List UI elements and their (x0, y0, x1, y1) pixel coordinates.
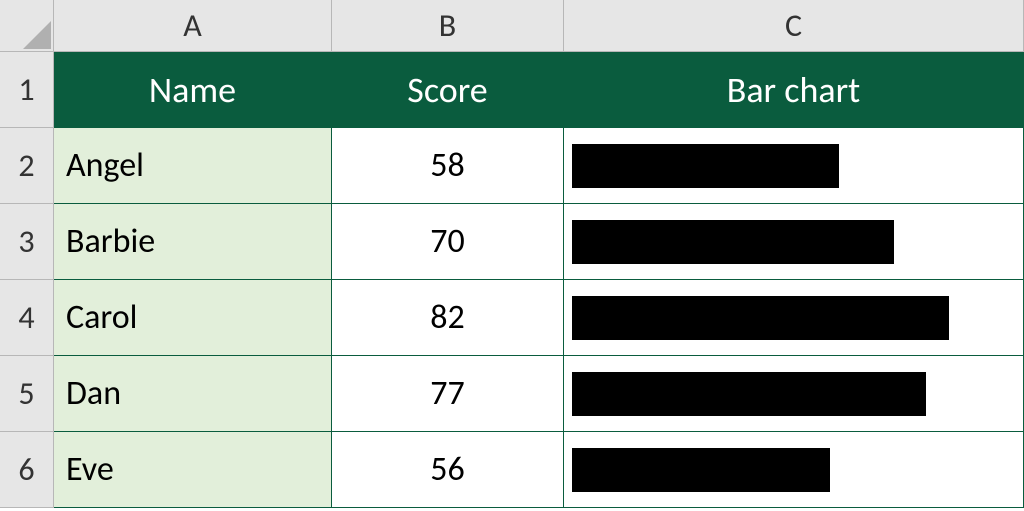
row-header-3[interactable]: 3 (0, 204, 54, 280)
cell-A3[interactable]: Barbie (54, 204, 332, 280)
cell-B1[interactable]: Score (332, 52, 564, 128)
cell-C1[interactable]: Bar chart (564, 52, 1024, 128)
row-header-4[interactable]: 4 (0, 280, 54, 356)
column-header-A[interactable]: A (54, 0, 332, 52)
cell-B5[interactable]: 77 (332, 356, 564, 432)
cell-A6[interactable]: Eve (54, 432, 332, 508)
row-header-2[interactable]: 2 (0, 128, 54, 204)
column-header-C[interactable]: C (564, 0, 1024, 52)
bar-3 (572, 372, 926, 416)
bar-4 (572, 448, 830, 492)
cell-B6[interactable]: 56 (332, 432, 564, 508)
column-header-B[interactable]: B (332, 0, 564, 52)
row-header-5[interactable]: 5 (0, 356, 54, 432)
cell-A4[interactable]: Carol (54, 280, 332, 356)
cell-B2[interactable]: 58 (332, 128, 564, 204)
cell-B3[interactable]: 70 (332, 204, 564, 280)
cell-C4[interactable] (564, 280, 1024, 356)
select-all-icon (23, 21, 51, 49)
row-header-1[interactable]: 1 (0, 52, 54, 128)
bar-1 (572, 220, 894, 264)
cell-A1[interactable]: Name (54, 52, 332, 128)
cell-C2[interactable] (564, 128, 1024, 204)
cell-B4[interactable]: 82 (332, 280, 564, 356)
spreadsheet-grid: A B C 1 Name Score Bar chart 2 Angel 58 … (0, 0, 1024, 508)
row-header-6[interactable]: 6 (0, 432, 54, 508)
cell-A5[interactable]: Dan (54, 356, 332, 432)
bar-0 (572, 144, 839, 188)
select-all-corner[interactable] (0, 0, 54, 52)
cell-C3[interactable] (564, 204, 1024, 280)
cell-A2[interactable]: Angel (54, 128, 332, 204)
cell-C5[interactable] (564, 356, 1024, 432)
cell-C6[interactable] (564, 432, 1024, 508)
bar-2 (572, 296, 949, 340)
